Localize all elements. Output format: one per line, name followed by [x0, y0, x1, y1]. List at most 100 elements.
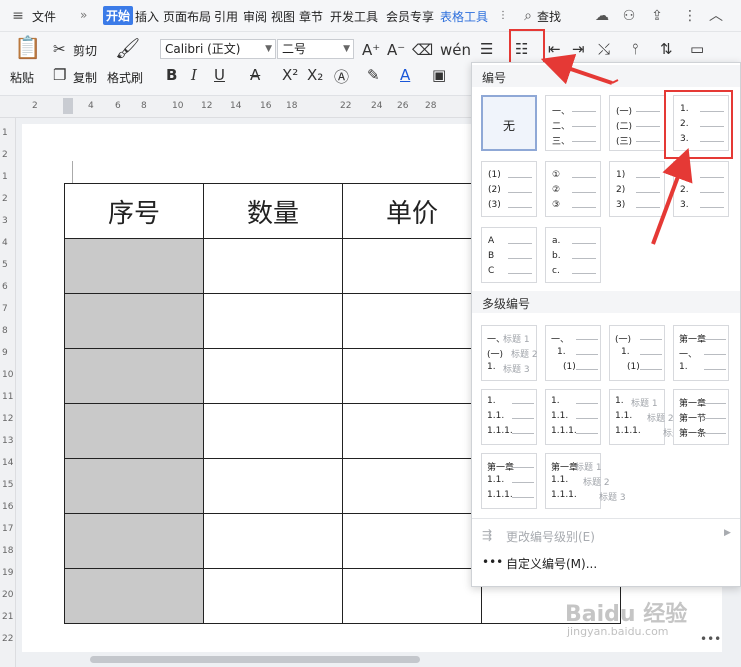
chevron-right-icon: ▶ — [724, 528, 731, 538]
numbering-style-option[interactable]: 1. 2. 3. — [673, 95, 729, 151]
tab-insert[interactable]: 插入 — [135, 8, 159, 25]
table-cell[interactable] — [203, 403, 343, 459]
table-cell[interactable] — [203, 568, 343, 624]
superscript-button[interactable]: X² — [282, 66, 298, 84]
table-cell[interactable] — [203, 238, 343, 294]
table-cell[interactable] — [203, 348, 343, 404]
user-share-icon[interactable]: ⚇ — [619, 6, 639, 26]
table-cell[interactable] — [64, 293, 204, 349]
ruler-icon[interactable]: ▭ — [690, 40, 704, 58]
tab-page-layout[interactable]: 页面布局 — [163, 8, 211, 25]
tab-review[interactable]: 审阅 — [243, 8, 267, 25]
file-menu[interactable]: 文件 — [32, 8, 56, 25]
font-color-icon[interactable]: A — [400, 66, 410, 84]
numbering-style-none[interactable]: 无 — [481, 95, 537, 151]
custom-numbering-item[interactable]: 自定义编号(M)... — [506, 555, 597, 572]
multilevel-style-option[interactable]: 第一章 1.1. 1.1.1. — [481, 453, 537, 509]
multilevel-style-option[interactable]: 一、 1. (1) — [545, 325, 601, 381]
tab-section[interactable]: 章节 — [299, 8, 323, 25]
clear-format-icon[interactable]: ⌫ — [412, 41, 433, 59]
table-cell[interactable] — [64, 403, 204, 459]
tab-developer[interactable]: 开发工具 — [330, 8, 378, 25]
char-border-icon[interactable]: ▣ — [432, 66, 446, 84]
paste-button[interactable]: 粘贴 — [10, 69, 34, 86]
multilevel-style-option[interactable]: 1. 1.1. 1.1.1. — [481, 389, 537, 445]
numbering-style-option[interactable]: 1. 2. 3. — [673, 161, 729, 217]
table-cell[interactable] — [342, 348, 482, 404]
text-effect-icon[interactable]: Ⓐ — [334, 66, 349, 87]
multilevel-style-option[interactable]: 1.标题 11.1.标题 21.1.1.标题 3 — [609, 389, 690, 445]
tab-view[interactable]: 视图 — [271, 8, 295, 25]
multilevel-style-option[interactable]: 第一章 第一节 第一条 — [673, 389, 729, 445]
table-cell[interactable] — [64, 458, 204, 514]
font-shrink-icon[interactable]: A⁻ — [387, 41, 405, 59]
table-cell[interactable] — [203, 513, 343, 569]
multilevel-style-option[interactable]: (一) 1. (1) — [609, 325, 665, 381]
table-cell[interactable] — [342, 513, 482, 569]
multilevel-style-option[interactable]: 一、 标题 1 (一) 标题 2 1. 标题 3 — [481, 325, 538, 381]
table-cell[interactable] — [342, 238, 482, 294]
tab-references[interactable]: 引用 — [214, 8, 238, 25]
search-icon[interactable]: ⌕ — [518, 6, 538, 26]
strikethrough-button[interactable]: A — [250, 66, 260, 84]
scrollbar-thumb[interactable] — [90, 656, 420, 663]
multilevel-style-option[interactable]: 1. 1.1. 1.1.1. — [545, 389, 601, 445]
bullet-list-icon[interactable]: ☰ — [480, 40, 493, 58]
more-chevron-icon[interactable]: » — [80, 8, 87, 22]
multilevel-style-option[interactable]: 第一章 一、 1. — [673, 325, 729, 381]
format-painter-button[interactable]: 格式刷 — [107, 69, 143, 86]
paste-icon[interactable]: 📋 — [14, 36, 41, 61]
table-header-cell[interactable]: 序号 — [64, 183, 204, 239]
hamburger-menu-icon[interactable]: ≡ — [8, 6, 28, 26]
more-icon[interactable]: ••• — [700, 632, 721, 646]
tab-home[interactable]: 开始 — [103, 6, 134, 25]
font-size-select[interactable]: 二号 ▼ — [277, 39, 354, 59]
subscript-button[interactable]: X₂ — [307, 66, 323, 84]
multilevel-style-option[interactable]: 第一章 标题 1 1.1. 标题 2 1.1.1. 标题 3 — [545, 453, 626, 509]
numbering-style-option[interactable]: 1) 2) 3) — [609, 161, 665, 217]
line-spacing-icon[interactable]: ⇅ — [660, 40, 673, 58]
overflow-tabs-icon[interactable]: ⋮ — [493, 6, 513, 26]
table-cell[interactable] — [342, 458, 482, 514]
table-cell[interactable] — [64, 568, 204, 624]
numbering-style-option[interactable]: ABC — [481, 227, 537, 283]
vertical-ruler[interactable]: 1 2 1 2 3 4 5 6 7 8 9 10 11 12 13 14 15 16 17 18 19 20 21 22 — [0, 118, 16, 667]
numbering-style-option[interactable]: 一、 二、 三、 — [545, 95, 601, 151]
search-label[interactable]: 查找 — [537, 8, 561, 25]
table-cell[interactable] — [342, 293, 482, 349]
chinese-layout-icon[interactable]: ⤯ — [598, 40, 610, 58]
indent-marker[interactable] — [63, 98, 73, 114]
highlight-icon[interactable]: ✎ — [367, 66, 380, 84]
more-options-icon[interactable]: ⋮ — [680, 6, 700, 26]
numbering-style-option[interactable]: ① ② ③ — [545, 161, 601, 217]
table-cell[interactable] — [342, 403, 482, 459]
change-level-item[interactable]: 更改编号级别(E) — [506, 528, 595, 545]
pinyin-guide-icon[interactable]: wén — [440, 41, 471, 59]
font-grow-icon[interactable]: A⁺ — [362, 41, 380, 59]
increase-indent-icon[interactable]: ⇥ — [572, 40, 585, 58]
decrease-indent-icon[interactable]: ⇤ — [548, 40, 561, 58]
table-cell[interactable] — [64, 348, 204, 404]
bold-button[interactable]: B — [166, 66, 177, 84]
cut-button[interactable]: 剪切 — [73, 42, 97, 59]
numbering-style-option[interactable]: (1) (2) (3) — [481, 161, 537, 217]
italic-button[interactable]: I — [191, 66, 197, 84]
table-cell[interactable] — [64, 238, 204, 294]
underline-button[interactable]: U — [214, 66, 225, 84]
tab-member[interactable]: 会员专享 — [386, 8, 434, 25]
collapse-ribbon-icon[interactable]: ︿ — [706, 6, 726, 26]
table-cell[interactable] — [342, 568, 482, 624]
share-icon[interactable]: ⇪ — [647, 6, 667, 26]
text-direction-icon[interactable]: ⫯ — [632, 40, 639, 58]
copy-button[interactable]: 复制 — [73, 69, 97, 86]
table-header-cell[interactable]: 数量 — [203, 183, 343, 239]
table-cell[interactable] — [203, 293, 343, 349]
table-header-cell[interactable]: 单价 — [342, 183, 482, 239]
numbering-style-option[interactable]: a. b. c. — [545, 227, 601, 283]
cloud-sync-icon[interactable]: ☁ — [592, 6, 612, 26]
table-cell[interactable] — [64, 513, 204, 569]
table-cell[interactable] — [203, 458, 343, 514]
numbering-style-option[interactable]: (一) (二) (三) — [609, 95, 665, 151]
tab-table-tools[interactable]: 表格工具 — [440, 8, 488, 25]
font-name-select[interactable]: Calibri (正文) ▼ — [160, 39, 276, 59]
